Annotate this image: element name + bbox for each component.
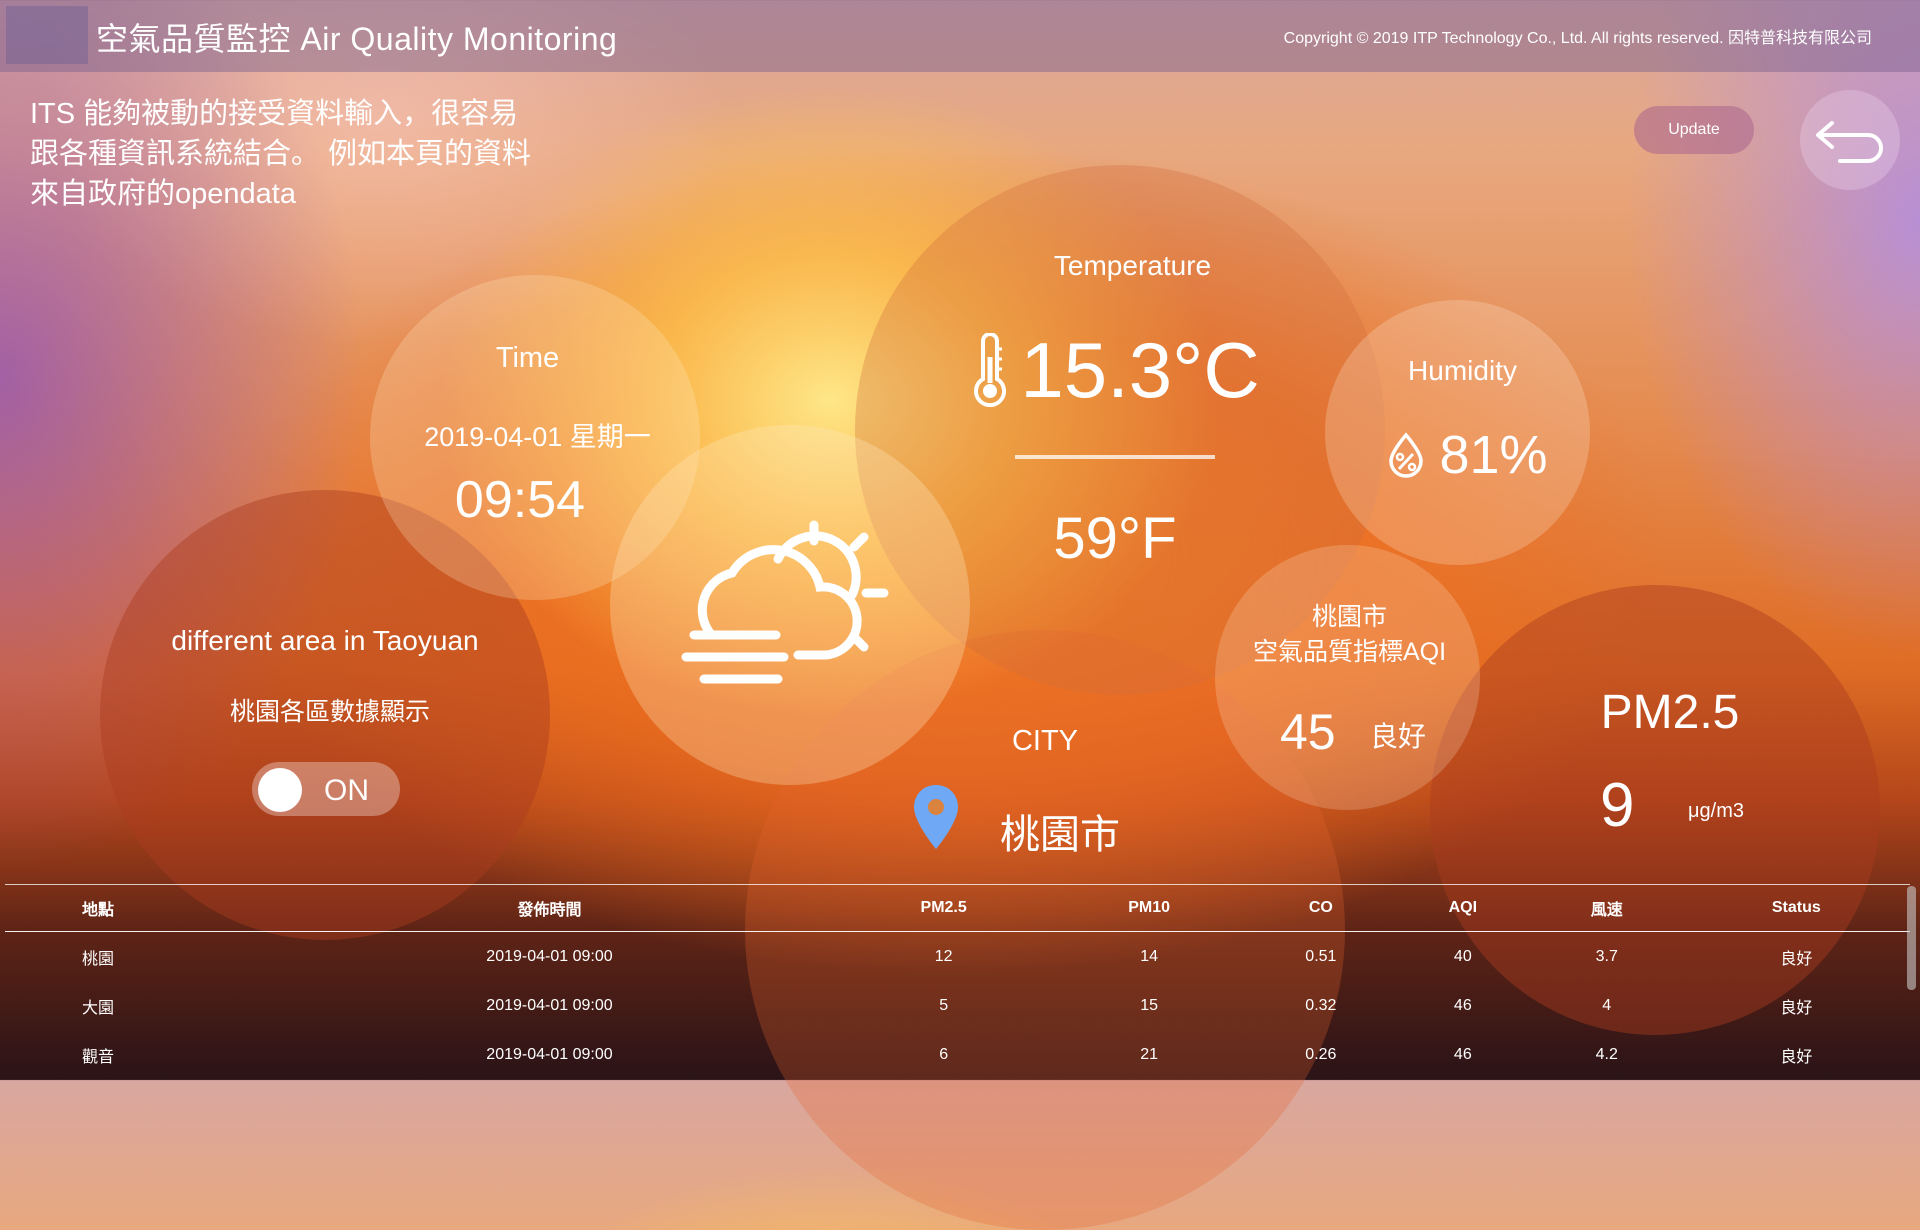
temperature-divider bbox=[1015, 455, 1215, 459]
area-title: different area in Taoyuan bbox=[171, 625, 479, 656]
table-cell: 5 bbox=[939, 996, 949, 1014]
table-cell: 2019-04-01 09:00 bbox=[486, 996, 613, 1014]
column-header: PM10 bbox=[1128, 899, 1171, 916]
time-clock: 09:54 bbox=[454, 471, 586, 529]
table-cell: 桃園 bbox=[82, 950, 115, 968]
air-quality-table: 地點 發佈時間 PM2.5 PM10 CO AQI 風速 Status 桃園 2… bbox=[5, 884, 1910, 1079]
humidity-value: 81% bbox=[1439, 425, 1548, 485]
table-cell: 46 bbox=[1453, 996, 1472, 1014]
column-header: 地點 bbox=[82, 902, 115, 919]
column-header: 發佈時間 bbox=[517, 902, 582, 919]
intro-line: 來自政府的opendata bbox=[30, 178, 296, 210]
column-header: 風速 bbox=[1590, 902, 1623, 919]
temperature-celsius: 15.3°C bbox=[955, 326, 1275, 414]
table-cell: 0.26 bbox=[1305, 1045, 1337, 1063]
app-header: 空氣品質監控 Air Quality Monitoring Copyright … bbox=[0, 0, 1920, 72]
table-cell: 40 bbox=[1453, 947, 1472, 965]
humidity-display: 81% bbox=[1355, 425, 1580, 485]
aqi-city-name: 桃園市 bbox=[1311, 603, 1387, 631]
table-header-row: 地點 發佈時間 PM2.5 PM10 CO AQI 風速 Status bbox=[5, 884, 1910, 932]
table-cell: 大園 bbox=[82, 999, 115, 1017]
intro-description: ITS 能夠被動的接受資料輸入，很容易 跟各種資訊系統結合。 例如本頁的資料 來… bbox=[30, 94, 590, 214]
table-cell: 良好 bbox=[1780, 1048, 1813, 1066]
copyright-text: Copyright © 2019 ITP Technology Co., Ltd… bbox=[1283, 30, 1872, 47]
toggle-label: ON bbox=[324, 774, 369, 807]
column-header: PM2.5 bbox=[920, 899, 967, 916]
table-cell: 2019-04-01 09:00 bbox=[486, 1045, 613, 1063]
pm25-unit: μg/m3 bbox=[1688, 800, 1744, 822]
back-button[interactable] bbox=[1800, 90, 1900, 190]
table-cell: 觀音 bbox=[82, 1048, 115, 1066]
table-row: 大園 2019-04-01 09:00 5 15 0.32 46 4 良好 bbox=[5, 981, 1910, 1030]
partly-cloudy-foggy-icon bbox=[681, 520, 889, 684]
aqi-bubble bbox=[1215, 545, 1480, 810]
table-cell: 4.2 bbox=[1595, 1045, 1618, 1063]
aqi-label: 桃園市 空氣品質指標AQI bbox=[1222, 600, 1477, 670]
table-cell: 21 bbox=[1140, 1045, 1159, 1063]
table-cell: 0.51 bbox=[1305, 947, 1337, 965]
table-row: 桃園 2019-04-01 09:00 12 14 0.51 40 3.7 良好 bbox=[5, 932, 1910, 982]
humidity-title: Humidity bbox=[1408, 355, 1517, 386]
celsius-value: 15.3°C bbox=[1020, 325, 1260, 414]
time-date: 2019-04-01 星期一 bbox=[424, 422, 651, 452]
pm25-value: 9 bbox=[1600, 771, 1635, 840]
table-row: 觀音 2019-04-01 09:00 6 21 0.26 46 4.2 良好 bbox=[5, 1030, 1910, 1079]
table-cell: 6 bbox=[939, 1045, 949, 1063]
table-scrollbar[interactable] bbox=[1907, 886, 1916, 990]
location-pin-icon bbox=[914, 785, 958, 849]
update-button[interactable]: Update bbox=[1634, 106, 1754, 154]
area-subtitle: 桃園各區數據顯示 bbox=[229, 698, 430, 726]
table-cell: 12 bbox=[934, 947, 953, 965]
page-title: 空氣品質監控 Air Quality Monitoring bbox=[96, 21, 618, 57]
back-arrow-icon bbox=[1816, 121, 1883, 163]
city-name: 桃園市 bbox=[1000, 813, 1120, 857]
table-cell: 15 bbox=[1140, 996, 1159, 1014]
city-title: CITY bbox=[1011, 725, 1079, 757]
intro-line: ITS 能夠被動的接受資料輸入，很容易 bbox=[30, 98, 519, 130]
aqi-index-label: 空氣品質指標AQI bbox=[1252, 638, 1447, 666]
intro-line: 跟各種資訊系統結合。 例如本頁的資料 bbox=[30, 138, 532, 170]
table-cell: 14 bbox=[1140, 947, 1159, 965]
time-title: Time bbox=[495, 342, 560, 374]
area-toggle-switch[interactable]: ON bbox=[252, 762, 400, 816]
humidity-drop-percent-icon bbox=[1389, 432, 1424, 478]
column-header: CO bbox=[1308, 899, 1333, 916]
column-header: AQI bbox=[1448, 899, 1478, 916]
table-cell: 46 bbox=[1453, 1045, 1472, 1063]
pm25-title: PM2.5 bbox=[1600, 686, 1740, 739]
toggle-knob bbox=[258, 768, 302, 812]
table-cell: 良好 bbox=[1780, 950, 1813, 968]
table-cell: 0.32 bbox=[1305, 996, 1337, 1014]
temperature-title: Temperature bbox=[1053, 250, 1212, 281]
column-header: Status bbox=[1771, 899, 1821, 916]
aqi-value: 45 bbox=[1280, 704, 1336, 760]
table-cell: 4 bbox=[1602, 996, 1612, 1014]
temperature-fahrenheit: 59°F bbox=[1053, 506, 1177, 571]
table-cell: 3.7 bbox=[1595, 947, 1618, 965]
thermometer-icon bbox=[974, 333, 1007, 407]
table-cell: 良好 bbox=[1780, 999, 1813, 1017]
logo-placeholder bbox=[6, 6, 88, 64]
table-cell: 2019-04-01 09:00 bbox=[486, 947, 613, 965]
aqi-status: 良好 bbox=[1370, 721, 1427, 752]
